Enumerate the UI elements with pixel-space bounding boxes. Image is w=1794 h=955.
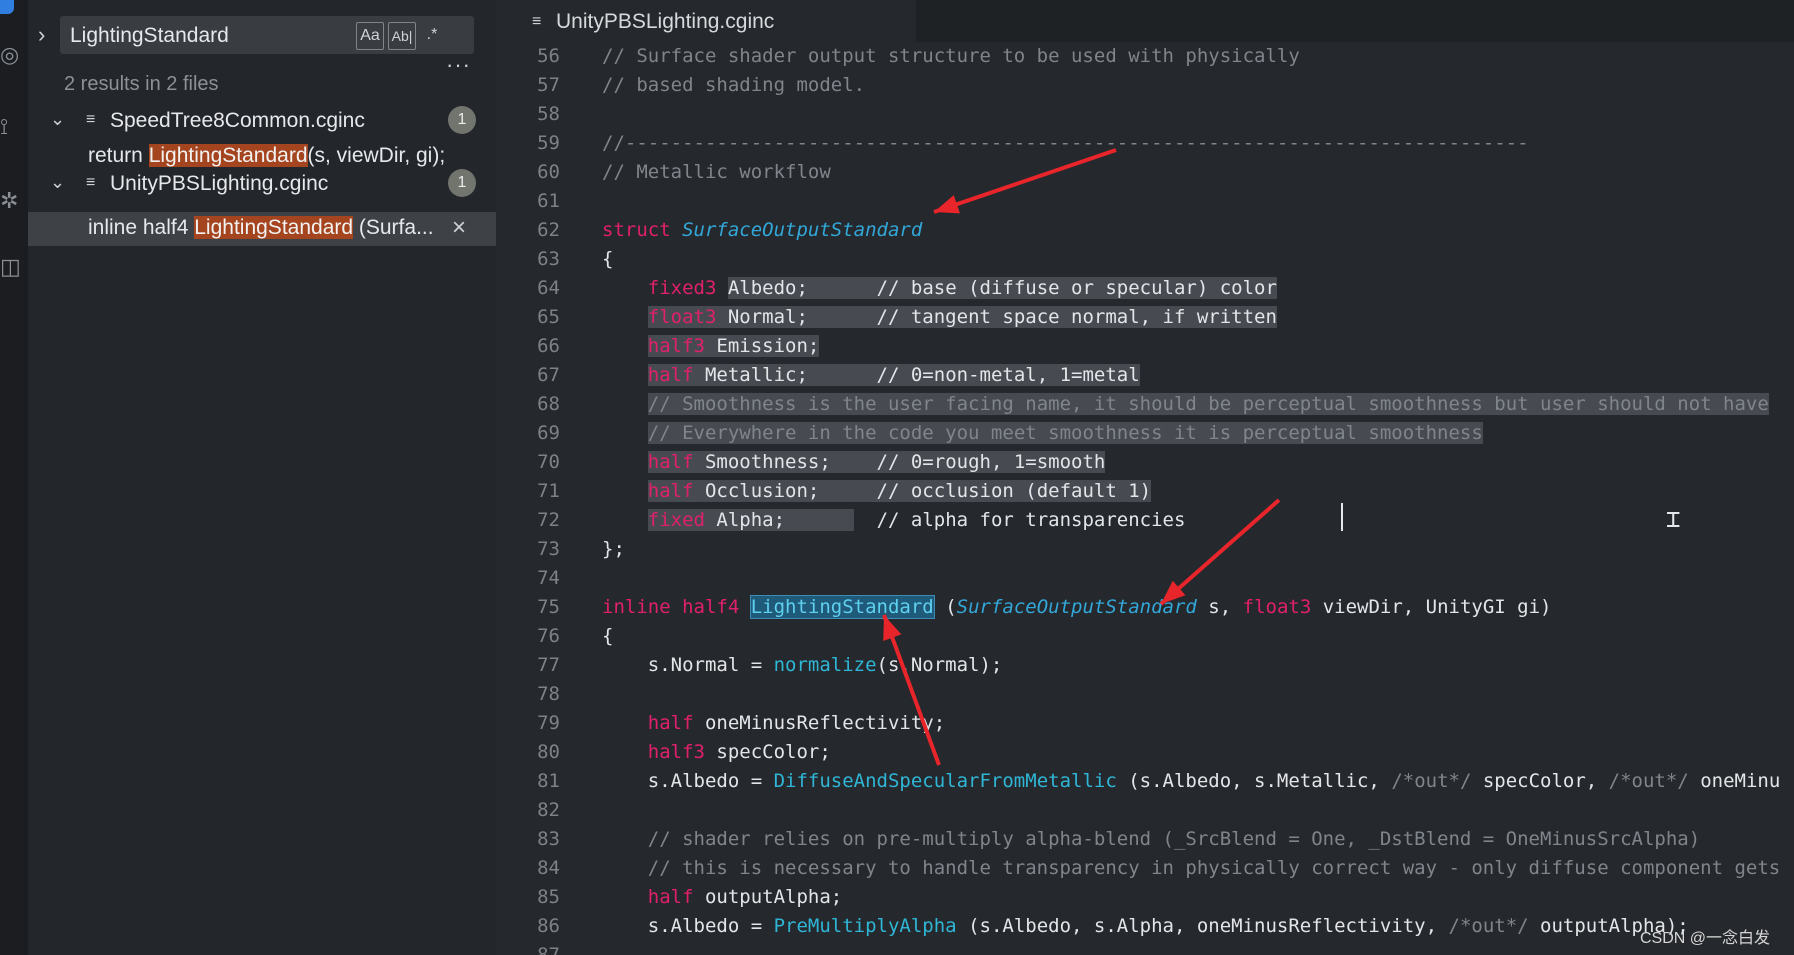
whole-word-button[interactable]: Ab| bbox=[388, 22, 416, 50]
annotation-arrow bbox=[882, 614, 941, 766]
results-summary: 2 results in 2 files bbox=[64, 73, 219, 95]
notification-badge bbox=[0, 0, 14, 14]
search-query: LightingStandard bbox=[70, 24, 229, 47]
debug-icon[interactable]: ✲ bbox=[0, 190, 18, 212]
result-file-name: UnityPBSLighting.cginc bbox=[110, 172, 329, 195]
annotation-arrows bbox=[882, 148, 1281, 766]
watermark: CSDN @一念白发 bbox=[1640, 930, 1771, 947]
match-highlight: LightingStandard bbox=[148, 144, 308, 167]
more-actions-icon[interactable]: ··· bbox=[446, 52, 471, 78]
match-case-button[interactable]: Aa bbox=[356, 22, 384, 50]
match-text: return LightingStandard(s, viewDir, gi); bbox=[88, 144, 446, 167]
search-activity-icon[interactable]: ◎ bbox=[0, 44, 19, 66]
extensions-icon[interactable]: ◫ bbox=[0, 256, 21, 278]
chevron-down-icon[interactable]: ⌄ bbox=[50, 172, 65, 193]
file-icon: ≡ bbox=[86, 111, 96, 128]
result-count-badge: 1 bbox=[448, 169, 476, 197]
file-icon: ≡ bbox=[86, 174, 96, 191]
activity-bar: ◎ ⟟ ✲ ◫ bbox=[0, 0, 28, 955]
toggle-replace-icon[interactable]: › bbox=[38, 22, 45, 48]
search-sidebar: › LightingStandard Aa Ab| .* ··· 2 resul… bbox=[28, 0, 496, 955]
annotation-arrow bbox=[933, 148, 1117, 214]
code-editor[interactable]: ≡ UnityPBSLighting.cginc 56// Surface sh… bbox=[496, 0, 1794, 955]
chevron-down-icon[interactable]: ⌄ bbox=[50, 109, 65, 130]
search-input[interactable]: LightingStandard Aa Ab| .* bbox=[60, 16, 474, 54]
result-file-row[interactable]: ⌄ ≡ UnityPBSLighting.cginc 1 bbox=[28, 166, 496, 202]
result-file-row[interactable]: ⌄ ≡ SpeedTree8Common.cginc 1 bbox=[28, 103, 496, 139]
regex-button[interactable]: .* bbox=[418, 22, 446, 48]
annotation-arrow bbox=[1159, 498, 1281, 606]
result-match-row-selected[interactable]: inline half4 LightingStandard (Surfa... … bbox=[28, 212, 496, 246]
source-control-icon[interactable]: ⟟ bbox=[0, 116, 8, 138]
result-count-badge: 1 bbox=[448, 106, 476, 134]
result-file-name: SpeedTree8Common.cginc bbox=[110, 109, 365, 132]
search-row: › LightingStandard Aa Ab| .* bbox=[28, 14, 496, 56]
match-text: inline half4 LightingStandard (Surfa... bbox=[88, 216, 434, 239]
match-highlight: LightingStandard bbox=[194, 216, 354, 239]
dismiss-result-icon[interactable]: × bbox=[452, 214, 466, 242]
